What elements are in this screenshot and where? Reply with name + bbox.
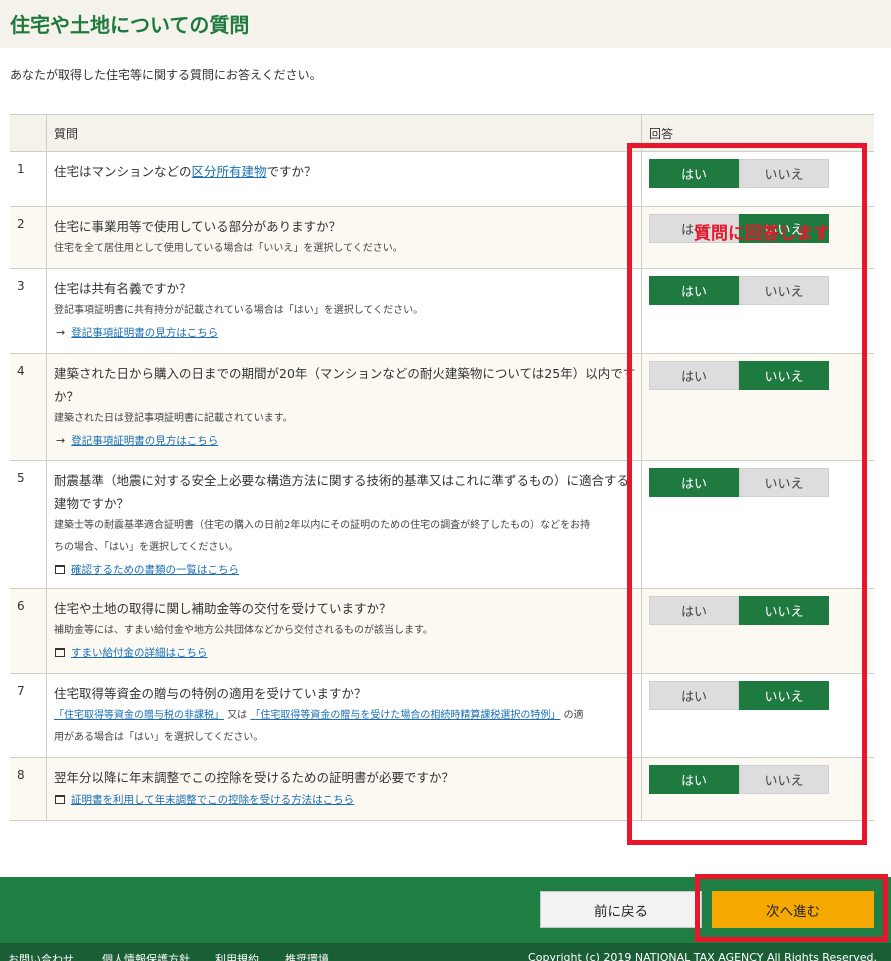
link-gift-tax-exemption[interactable]: 「住宅取得等資金の贈与税の非課税」 bbox=[54, 710, 224, 721]
footer-link-contact[interactable]: お問い合わせ bbox=[8, 951, 74, 961]
link-registry-guide[interactable]: → 登記事項証明書の見方はこちら bbox=[54, 322, 641, 344]
link-document-list[interactable]: 確認するための書類の一覧はこちら bbox=[54, 559, 641, 581]
question-number: 4 bbox=[10, 354, 47, 460]
back-button[interactable]: 前に戻る bbox=[540, 891, 702, 928]
header-question: 質問 bbox=[54, 127, 79, 141]
new-window-icon bbox=[55, 565, 65, 574]
question-number: 8 bbox=[10, 758, 47, 820]
link-settlement-taxation[interactable]: 「住宅取得等資金の贈与を受けた場合の相続時精算課税選択の特例」 bbox=[250, 710, 560, 721]
question-number: 7 bbox=[10, 674, 47, 757]
page-title: 住宅や土地についての質問 bbox=[10, 13, 250, 37]
link-kubun-shoyu[interactable]: 区分所有建物 bbox=[192, 164, 267, 179]
answer-column-highlight bbox=[627, 143, 867, 845]
copyright: Copyright (c) 2019 NATIONAL TAX AGENCY A… bbox=[528, 951, 877, 961]
question-number: 6 bbox=[10, 589, 47, 673]
question-number: 2 bbox=[10, 207, 47, 268]
arrow-right-icon: → bbox=[56, 326, 66, 339]
annotation-label: 質問に回答します bbox=[694, 224, 830, 244]
next-button-highlight bbox=[695, 874, 888, 942]
footer-link-environment[interactable]: 推奨環境 bbox=[285, 951, 329, 961]
question-number: 3 bbox=[10, 269, 47, 353]
link-registry-guide[interactable]: → 登記事項証明書の見方はこちら bbox=[54, 430, 641, 452]
link-year-end-adjustment[interactable]: 証明書を利用して年末調整でこの控除を受ける方法はこちら bbox=[54, 789, 641, 811]
new-window-icon bbox=[55, 648, 65, 657]
footer-link-terms[interactable]: 利用規約 bbox=[215, 951, 259, 961]
question-number: 1 bbox=[10, 152, 47, 206]
page-header: 住宅や土地についての質問 bbox=[0, 0, 891, 48]
arrow-right-icon: → bbox=[56, 434, 66, 447]
site-footer: お問い合わせ 個人情報保護方針 利用規約 推奨環境 Copyright (c) … bbox=[0, 943, 891, 961]
question-number: 5 bbox=[10, 461, 47, 588]
link-sumai-kyufukin[interactable]: すまい給付金の詳細はこちら bbox=[54, 642, 641, 664]
new-window-icon bbox=[55, 795, 65, 804]
footer-link-privacy[interactable]: 個人情報保護方針 bbox=[102, 951, 190, 961]
page-intro: あなたが取得した住宅等に関する質問にお答えください。 bbox=[10, 68, 322, 82]
